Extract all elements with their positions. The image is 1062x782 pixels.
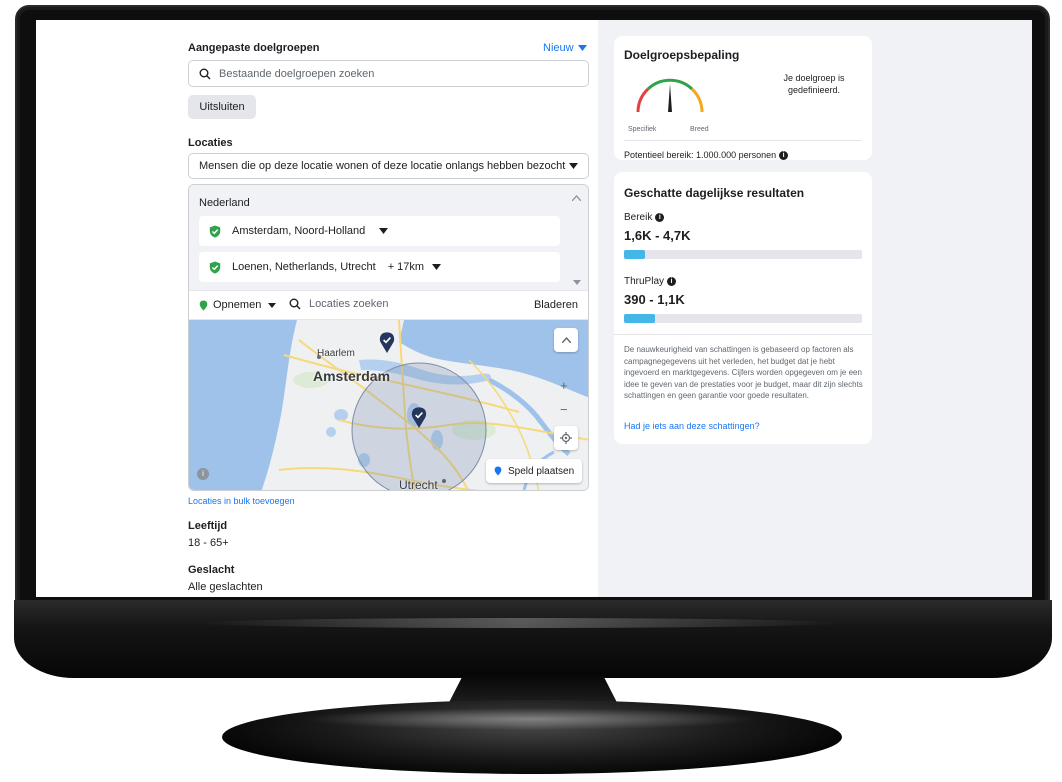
caret-down-icon[interactable] [379,228,389,234]
reach-label: Bereik [624,212,653,223]
potential-reach-text: Potentieel bereik: 1.000.000 personen [624,150,777,160]
thruplay-bar [624,314,862,323]
monitor-bottom-bar [14,600,1052,678]
zoom-in-button[interactable]: + [560,378,568,393]
location-map[interactable]: Haarlem Amsterdam Utrecht + − i Speld pl… [189,320,588,491]
scroll-down-chevron-icon[interactable] [573,280,581,285]
thruplay-bar-fill [624,314,655,323]
gender-value[interactable]: Alle geslachten [188,581,263,593]
map-collapse-button[interactable] [554,328,578,352]
caret-down-icon [569,163,578,169]
location-selector: Nederland Amsterdam, Noord-Holland Loene… [188,184,589,491]
location-name: Loenen, Netherlands, Utrecht [232,261,376,273]
map-marker-amsterdam-icon[interactable] [379,332,395,354]
reach-label-row: Bereik i [624,212,665,223]
audience-targeting-panel: Aangepaste doelgroepen Nieuw Bestaande d… [36,20,598,597]
location-pin-icon [494,466,502,476]
include-label: Opnemen [213,299,262,311]
card-divider [614,334,872,335]
location-pin-icon [199,300,208,310]
caret-down-icon [577,45,587,51]
card-divider [624,140,862,141]
custom-audience-search-input[interactable]: Bestaande doelgroepen zoeken [188,60,589,87]
audience-gauge [636,78,704,113]
age-label: Leeftijd [188,520,228,532]
audience-status-text: Je doelgroep is gedefinieerd. [783,73,845,95]
info-icon[interactable]: i [655,213,665,222]
estimated-results-card: Geschatte dagelijkse resultaten Bereik i… [614,172,872,444]
reach-bar-fill [624,250,646,259]
audience-definition-title: Doelgroepsbepaling [624,48,740,62]
stand-reflection [300,708,760,730]
location-name: Amsterdam, Noord-Holland [232,225,366,237]
reach-value: 1,6K - 4,7K [624,228,691,243]
custom-audiences-label: Aangepaste doelgroepen [188,42,320,54]
gauge-label-broad: Breed [690,126,709,133]
thruplay-value: 390 - 1,1K [624,292,685,307]
gender-label: Geslacht [188,564,235,576]
chevron-up-icon [561,337,571,343]
estimated-results-title: Geschatte dagelijkse resultaten [624,186,805,200]
potential-reach: Potentieel bereik: 1.000.000 personen i [624,150,789,160]
location-item-loenen[interactable]: Loenen, Netherlands, Utrecht + 17km [199,252,560,282]
zoom-out-button[interactable]: − [560,402,568,417]
caret-down-icon[interactable] [432,264,442,270]
location-tools-row: Opnemen Locaties zoeken Bladeren [189,290,588,320]
new-audience-dropdown[interactable]: Nieuw [543,42,587,54]
browse-button[interactable]: Bladeren [534,299,578,311]
drop-pin-label: Speld plaatsen [508,465,575,477]
estimate-disclaimer: De nauwkeurigheid van schattingen is geb… [624,345,863,400]
location-radius: + 17km [387,261,425,273]
monitor-screen: Aangepaste doelgroepen Nieuw Bestaande d… [36,20,1032,597]
location-type-value: Mensen die op deze locatie wonen of deze… [199,160,566,172]
new-audience-label: Nieuw [543,42,574,54]
collapse-chevron-icon[interactable] [572,195,581,201]
estimates-feedback-link[interactable]: Had je iets aan deze schattingen? [624,421,760,431]
location-check-icon [209,225,221,237]
exclude-button[interactable]: Uitsluiten [188,95,256,119]
drop-pin-button[interactable]: Speld plaatsen [486,459,583,483]
caret-down-icon [268,302,277,308]
info-icon[interactable]: i [779,150,789,160]
monitor-reflection [200,618,840,628]
crosshair-icon [560,432,572,444]
estimates-sidebar: Doelgroepsbepaling Specifiek Breed Je do… [598,20,1032,597]
my-location-button[interactable] [554,426,578,450]
search-icon [289,298,301,310]
reach-bar [624,250,862,259]
map-label-utrecht: Utrecht [399,478,438,491]
audience-definition-card: Doelgroepsbepaling Specifiek Breed Je do… [614,36,872,160]
thruplay-label: ThruPlay [624,276,665,287]
location-type-select[interactable]: Mensen die op deze locatie wonen of deze… [188,153,589,179]
info-icon[interactable]: i [667,277,677,286]
search-icon [199,68,211,79]
bulk-add-locations-link[interactable]: Locaties in bulk toevoegen [188,496,295,506]
location-search-placeholder: Locaties zoeken [309,298,389,310]
map-info-icon[interactable]: i [197,468,209,480]
location-item-amsterdam[interactable]: Amsterdam, Noord-Holland [199,216,560,246]
location-check-icon [209,261,221,273]
map-label-haarlem: Haarlem [317,348,355,359]
gauge-label-specific: Specifiek [628,126,657,133]
map-marker-loenen-icon[interactable] [411,407,427,429]
thruplay-label-row: ThruPlay i [624,276,677,287]
age-value[interactable]: 18 - 65+ [188,537,229,549]
location-search-input[interactable]: Locaties zoeken [289,298,389,310]
map-label-amsterdam: Amsterdam [313,368,391,384]
custom-audience-search-placeholder: Bestaande doelgroepen zoeken [219,67,375,80]
country-label: Nederland [199,197,250,209]
include-exclude-dropdown[interactable]: Opnemen [199,299,277,311]
selected-locations-list: Nederland Amsterdam, Noord-Holland Loene… [189,185,588,290]
locations-label: Locaties [188,137,233,149]
